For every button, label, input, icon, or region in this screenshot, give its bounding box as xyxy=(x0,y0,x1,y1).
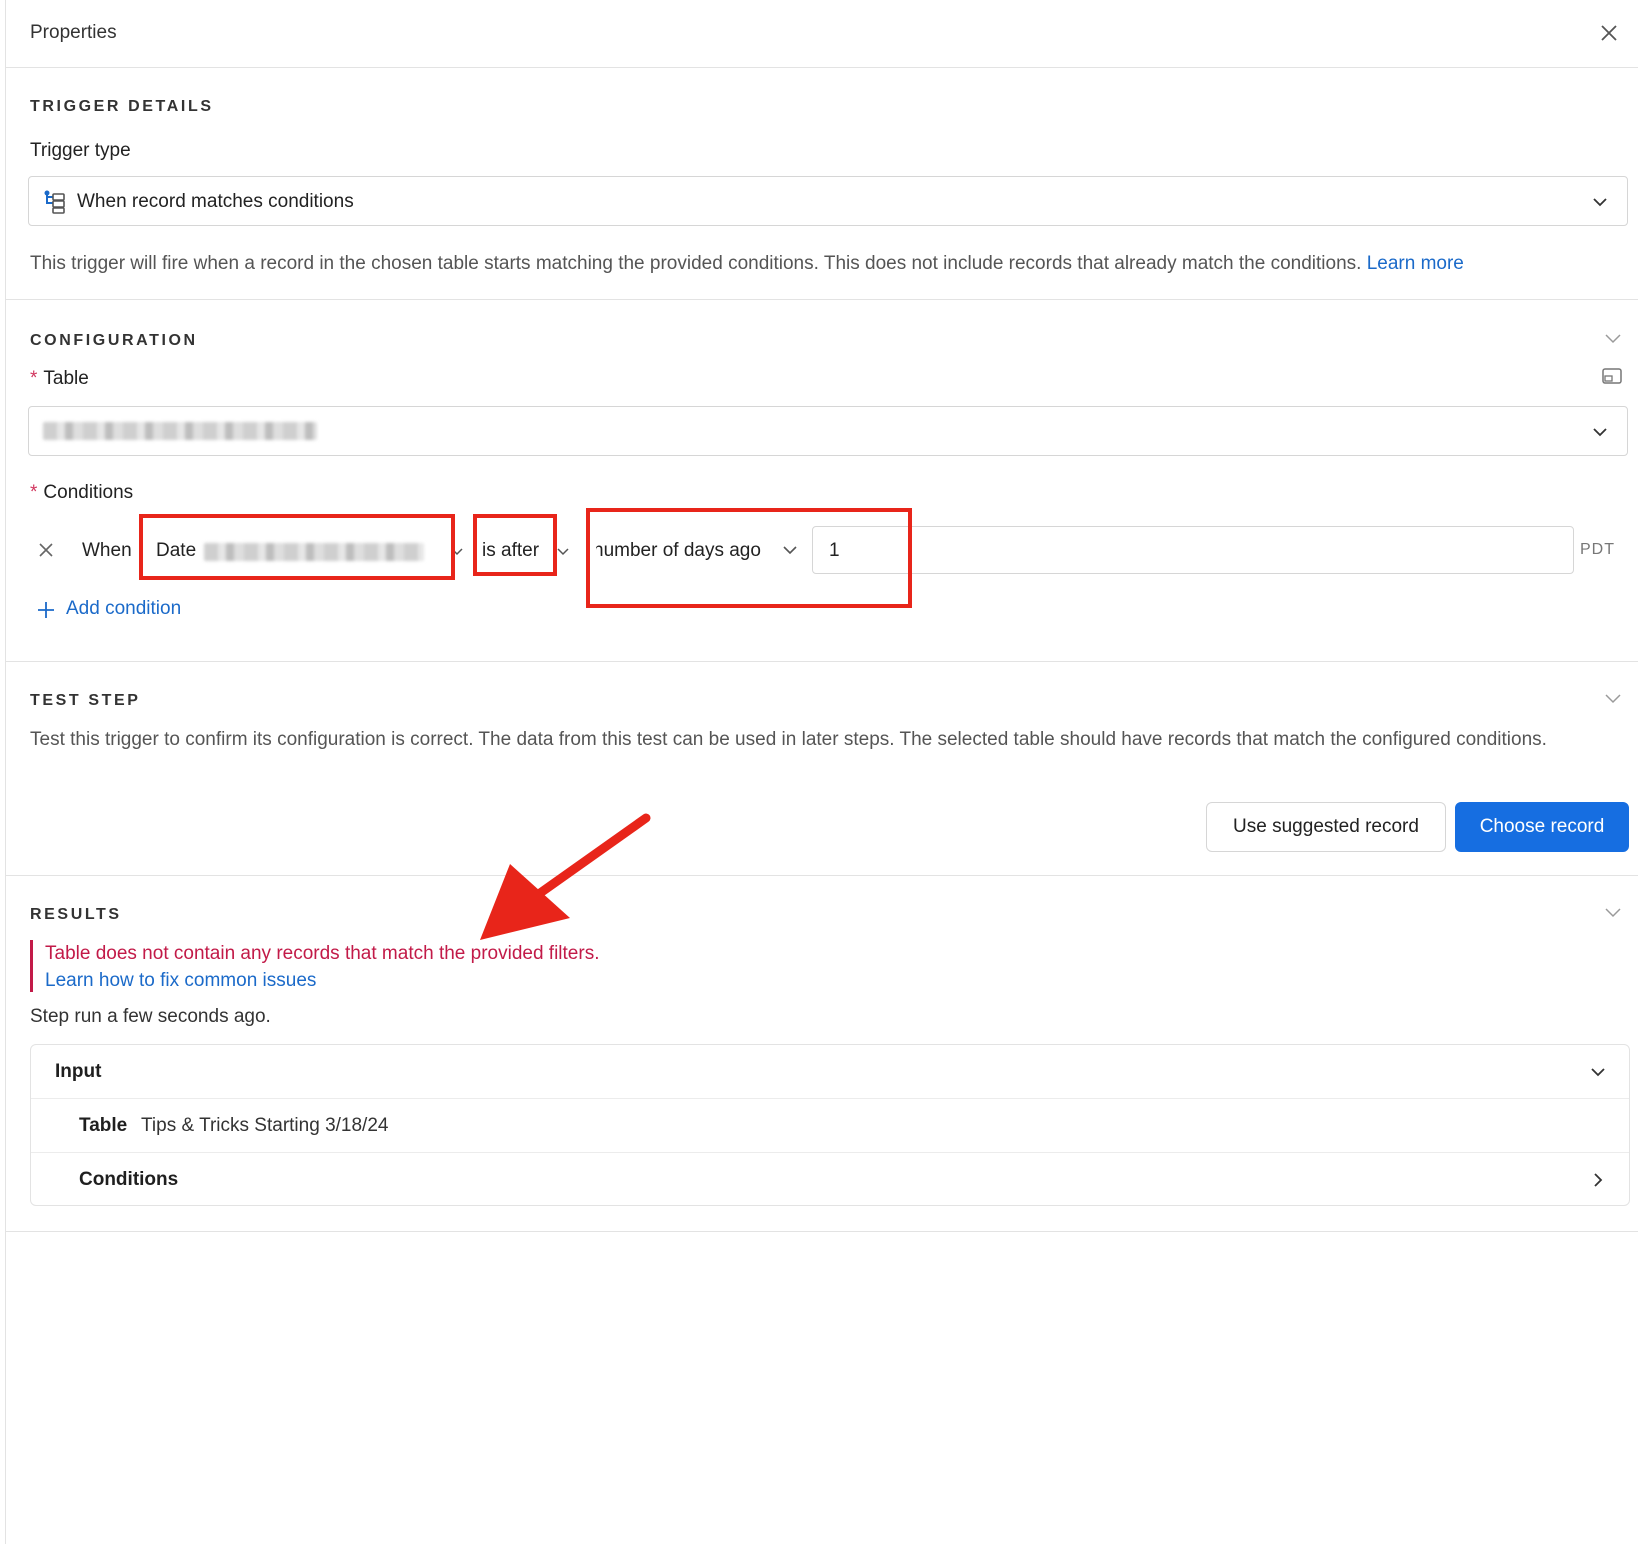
input-row[interactable]: Input xyxy=(31,1045,1629,1099)
step-run-status: Step run a few seconds ago. xyxy=(30,1006,271,1027)
conditions-key: Conditions xyxy=(79,1169,179,1190)
conditions-row[interactable]: Conditions xyxy=(31,1153,1629,1207)
days-value-input[interactable]: 1 xyxy=(812,526,1574,574)
chevron-down-icon xyxy=(1593,198,1607,207)
section-title-results: RESULTS xyxy=(30,906,122,923)
chevron-down-icon xyxy=(1591,1068,1605,1077)
section-title-test-step: TEST STEP xyxy=(30,692,141,709)
annotation-box-days xyxy=(586,508,912,608)
properties-panel: Properties TRIGGER DETAILS Trigger type … xyxy=(5,0,1638,1544)
chevron-right-icon xyxy=(1594,1173,1603,1187)
remove-condition-icon[interactable] xyxy=(36,540,56,560)
add-condition-label: Add condition xyxy=(66,598,182,619)
plus-icon xyxy=(38,602,54,618)
table-value: Tips & Tricks Starting 3/18/24 xyxy=(141,1115,389,1136)
trigger-description: This trigger will fire when a record in … xyxy=(30,253,1464,274)
configuration-section: CONFIGURATION * Table * Conditions When Da… xyxy=(6,300,1638,662)
conditions-label: * Conditions xyxy=(30,482,134,503)
expand-table-icon[interactable] xyxy=(1601,366,1623,386)
choose-record-button[interactable]: Choose record xyxy=(1455,802,1629,852)
chevron-down-icon[interactable] xyxy=(556,544,570,558)
annotation-box-operator xyxy=(473,514,557,576)
annotation-arrow xyxy=(480,813,651,940)
input-label: Input xyxy=(55,1061,102,1082)
section-title-trigger-details: TRIGGER DETAILS xyxy=(30,98,214,115)
section-title-configuration: CONFIGURATION xyxy=(30,332,198,349)
panel-header: Properties xyxy=(6,0,1638,68)
use-suggested-record-button[interactable]: Use suggested record xyxy=(1206,802,1446,852)
chevron-down-icon[interactable] xyxy=(1603,688,1623,708)
chevron-down-icon xyxy=(1593,428,1607,437)
redacted-table-name xyxy=(43,422,317,440)
annotation-box-field xyxy=(139,514,455,580)
panel-title: Properties xyxy=(30,22,117,43)
when-label: When xyxy=(82,540,132,561)
conditions-tree-icon xyxy=(44,190,65,214)
table-row: Table Tips & Tricks Starting 3/18/24 xyxy=(31,1099,1629,1153)
chevron-down-icon[interactable] xyxy=(1603,902,1623,922)
trigger-type-label: Trigger type xyxy=(30,140,131,161)
trigger-type-select[interactable]: When record matches conditions xyxy=(28,176,1628,226)
table-key: Table xyxy=(79,1115,128,1136)
test-step-section: TEST STEP Test this trigger to confirm i… xyxy=(6,662,1638,876)
trigger-details-section: TRIGGER DETAILS Trigger type When record… xyxy=(6,68,1638,300)
test-step-description: Test this trigger to confirm its configu… xyxy=(30,729,1547,750)
chevron-down-icon[interactable] xyxy=(1603,328,1623,348)
table-select[interactable] xyxy=(28,406,1628,456)
timezone-label: PDT xyxy=(1580,541,1615,558)
fix-issues-link[interactable]: Learn how to fix common issues xyxy=(45,967,599,994)
table-label: * Table xyxy=(30,368,89,389)
close-icon[interactable] xyxy=(1598,22,1620,44)
trigger-type-value: When record matches conditions xyxy=(77,191,354,212)
input-card: Input Table Tips & Tricks Starting 3/18/… xyxy=(30,1044,1630,1206)
learn-more-link[interactable]: Learn more xyxy=(1367,253,1464,274)
